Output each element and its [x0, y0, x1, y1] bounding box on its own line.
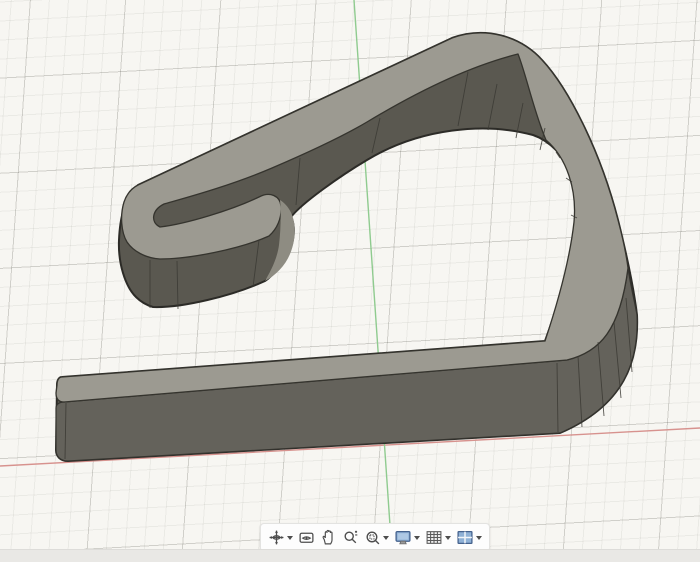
- pan-button[interactable]: [318, 526, 339, 549]
- viewports-icon: [456, 529, 474, 546]
- display-icon: [394, 529, 412, 546]
- display-dropdown-caret[interactable]: [414, 535, 420, 540]
- zoom-icon: [342, 529, 359, 546]
- model-top-face: [55, 32, 629, 403]
- scene-3d: [0, 0, 700, 541]
- navigation-toolbar: [260, 523, 490, 552]
- look-at-button[interactable]: [296, 526, 317, 549]
- fit-dropdown-caret[interactable]: [383, 535, 389, 540]
- grid-dropdown-caret[interactable]: [445, 535, 451, 540]
- orbit-button[interactable]: [266, 526, 295, 549]
- grid-snaps-button[interactable]: [423, 526, 453, 549]
- display-settings-button[interactable]: [392, 526, 422, 549]
- fit-icon: [364, 529, 381, 546]
- window-bottom-strip: [0, 549, 700, 562]
- viewports-button[interactable]: [454, 526, 484, 549]
- fit-button[interactable]: [362, 526, 391, 549]
- clip-body-model[interactable]: [55, 31, 639, 462]
- zoom-button[interactable]: [340, 526, 361, 549]
- look-at-icon: [298, 529, 315, 546]
- pan-icon: [320, 529, 337, 546]
- viewport-canvas[interactable]: [0, 0, 700, 562]
- orbit-dropdown-caret[interactable]: [287, 535, 293, 540]
- orbit-icon: [268, 529, 285, 546]
- viewports-dropdown-caret[interactable]: [476, 535, 482, 540]
- grid-icon: [425, 529, 443, 546]
